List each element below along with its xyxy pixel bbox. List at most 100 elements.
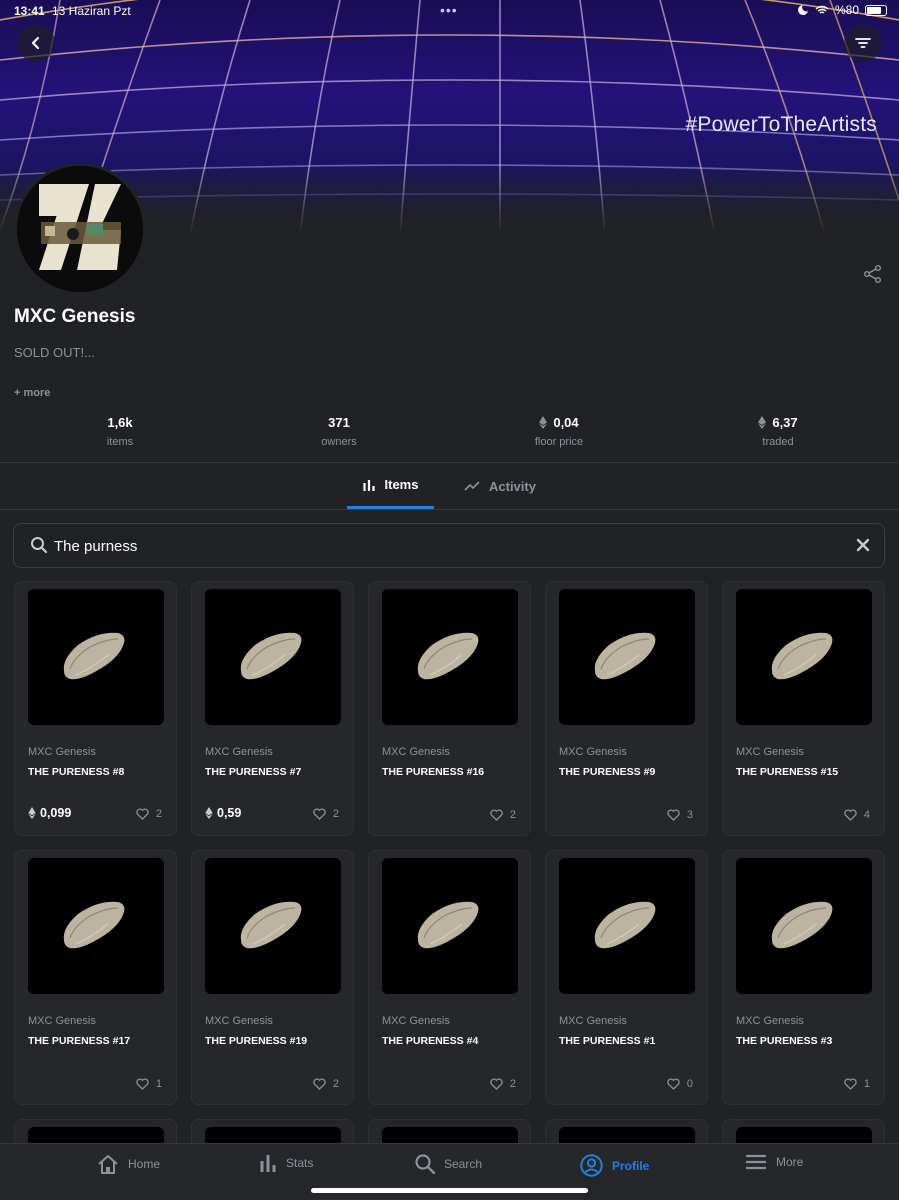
status-date: 13 Haziran Pzt [52,4,131,18]
menu-icon [746,1154,766,1170]
share-icon [864,265,881,283]
item-card[interactable]: MXC Genesis THE PURENESS #8 0,099 2 [14,581,177,836]
nav-stats[interactable]: Stats [259,1154,313,1172]
nav-more[interactable]: More [745,1154,803,1170]
tab-activity[interactable]: Activity [464,463,536,509]
home-icon [98,1155,118,1174]
item-image [63,632,125,680]
home-indicator[interactable] [311,1188,588,1193]
heart-icon [844,1078,857,1090]
item-collection-name: MXC Genesis [382,1015,450,1027]
like-button[interactable]: 2 [136,808,162,820]
collection-title: MXC Genesis [14,306,136,327]
item-thumbnail[interactable] [382,858,518,994]
collection-stats: 1,6k items 371 owners 0,04 floor price 6… [0,415,899,455]
back-button[interactable] [17,24,55,62]
banner-hashtag: #PowerToTheArtists [685,113,877,136]
item-thumbnail[interactable] [28,589,164,725]
battery-percent: %80 [834,3,859,17]
wifi-icon [815,5,829,14]
like-button[interactable]: 0 [667,1078,693,1090]
heart-icon [844,809,857,821]
item-name: THE PURENESS #17 [28,1035,131,1047]
item-price: 0,59 [205,806,241,820]
nav-profile[interactable]: Profile [580,1154,649,1177]
item-card[interactable]: MXC Genesis THE PURENESS #16 2 [368,581,531,836]
item-card[interactable]: MXC Genesis THE PURENESS #15 4 [722,581,885,836]
item-thumbnail[interactable] [205,858,341,994]
like-button[interactable]: 2 [313,1078,339,1090]
search-input[interactable] [54,534,834,558]
multitasking-dots[interactable]: ••• [440,2,458,18]
item-name: THE PURENESS #4 [382,1035,479,1047]
item-card[interactable]: MXC Genesis THE PURENESS #3 1 [722,850,885,1105]
item-thumbnail[interactable] [559,589,695,725]
tab-items[interactable]: Items [347,463,434,509]
item-collection-name: MXC Genesis [205,1015,273,1027]
like-button[interactable]: 1 [844,1078,870,1090]
like-button[interactable]: 1 [136,1078,162,1090]
nav-profile-label: Profile [612,1158,650,1173]
trend-line-icon [464,481,480,491]
item-name: THE PURENESS #16 [382,766,485,778]
stat-label: traded [762,436,794,448]
item-thumbnail[interactable] [205,589,341,725]
item-thumbnail[interactable] [559,858,695,994]
heart-icon [136,1078,149,1090]
tab-items-label: Items [384,477,419,492]
nav-search[interactable]: Search [415,1154,482,1174]
like-count: 2 [509,809,516,821]
item-name: THE PURENESS #9 [559,766,656,778]
more-link[interactable]: + more [14,387,50,399]
like-count: 2 [509,1078,516,1090]
share-button[interactable] [863,264,883,284]
item-collection-name: MXC Genesis [28,746,96,758]
stat-label: floor price [534,436,584,448]
nav-home-label: Home [128,1157,161,1171]
status-time: 13:41 [14,4,45,18]
like-count: 1 [863,1078,870,1090]
heart-icon [490,1078,503,1090]
heart-icon [490,809,503,821]
search-box[interactable] [13,523,885,568]
stat-label: items [106,436,134,448]
collection-avatar [14,163,146,295]
like-button[interactable]: 2 [313,808,339,820]
item-card[interactable]: MXC Genesis THE PURENESS #19 2 [191,850,354,1105]
nav-more-label: More [776,1155,804,1169]
eth-icon [758,416,767,429]
like-button[interactable]: 2 [490,1078,516,1090]
tab-activity-label: Activity [489,478,536,494]
heart-icon [667,1078,680,1090]
stat-items: 1,6k items [40,415,200,448]
item-card[interactable]: MXC Genesis THE PURENESS #7 0,59 2 [191,581,354,836]
nav-home[interactable]: Home [97,1154,160,1174]
item-card[interactable]: MXC Genesis THE PURENESS #4 2 [368,850,531,1105]
item-thumbnail[interactable] [382,589,518,725]
item-card[interactable]: MXC Genesis THE PURENESS #17 1 [14,850,177,1105]
item-image [771,901,833,949]
item-name: THE PURENESS #8 [28,766,125,778]
filter-icon [855,38,871,48]
like-button[interactable]: 2 [490,809,516,821]
item-name: THE PURENESS #7 [205,766,302,778]
filter-button[interactable] [844,24,882,62]
close-icon[interactable] [854,536,872,554]
item-card[interactable]: MXC Genesis THE PURENESS #1 0 [545,850,708,1105]
eth-icon [539,416,548,429]
item-card[interactable]: MXC Genesis THE PURENESS #9 3 [545,581,708,836]
stats-icon [260,1155,276,1172]
divider [0,509,899,510]
item-name: THE PURENESS #1 [559,1035,656,1047]
item-collection-name: MXC Genesis [559,746,627,758]
stat-value: 0,04 [553,415,579,430]
like-button[interactable]: 4 [844,809,870,821]
item-name: THE PURENESS #3 [736,1035,833,1047]
item-image [240,632,302,680]
moon-icon [798,5,808,15]
item-thumbnail[interactable] [736,858,872,994]
profile-icon [580,1154,603,1177]
like-button[interactable]: 3 [667,809,693,821]
item-thumbnail[interactable] [28,858,164,994]
item-thumbnail[interactable] [736,589,872,725]
